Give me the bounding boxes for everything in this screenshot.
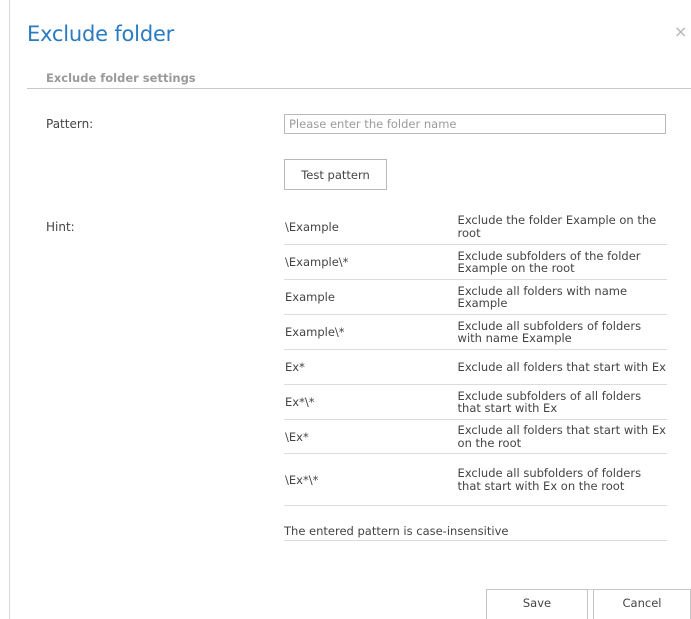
hint-row: Ex* Exclude all folders that start with … [284, 350, 667, 385]
hint-row: \Ex*\* Exclude all subfolders of folders… [284, 454, 667, 506]
hint-row: \Example Exclude the folder Example on t… [284, 209, 667, 245]
dialog-title: Exclude folder [27, 22, 175, 46]
hint-pattern: \Example [285, 219, 339, 234]
hint-description: Exclude subfolders of all folders that s… [457, 388, 642, 415]
hint-description: Exclude all subfolders of folders with n… [457, 318, 642, 345]
hint-description: Exclude subfolders of the folder Example… [457, 248, 641, 275]
hint-pattern: Example [285, 290, 335, 304]
hint-pattern: Example\* [285, 325, 345, 339]
hint-pattern: \Ex*\* [285, 472, 319, 487]
hint-pattern: Ex*\* [285, 395, 315, 409]
hint-description: Exclude all folders that start with Ex [457, 359, 666, 374]
test-pattern-button[interactable]: Test pattern [284, 159, 387, 190]
section-divider [27, 88, 691, 89]
dialog-left-border [9, 0, 10, 619]
hint-label: Hint: [46, 220, 75, 234]
hint-description: Exclude the folder Example on the root [457, 213, 657, 240]
section-header: Exclude folder settings [46, 71, 196, 85]
hint-description: Exclude all folders with name Example [457, 283, 628, 310]
hint-row: Example Exclude all folders with name Ex… [284, 280, 667, 315]
hint-pattern: \Example\* [285, 255, 349, 269]
save-button[interactable]: Save [486, 589, 588, 619]
hint-row: \Example\* Exclude subfolders of the fol… [284, 245, 667, 280]
hint-row: \Ex* Exclude all folders that start with… [284, 420, 667, 454]
case-insensitive-note: The entered pattern is case-insensitive [284, 524, 667, 541]
pattern-label: Pattern: [46, 117, 94, 131]
hint-pattern: \Ex* [285, 429, 309, 444]
hint-pattern: Ex* [285, 360, 305, 374]
hint-description: Exclude all folders that start with Ex o… [457, 423, 666, 450]
pattern-input[interactable] [284, 114, 666, 134]
hint-row: Example\* Exclude all subfolders of fold… [284, 315, 667, 350]
hint-row: Ex*\* Exclude subfolders of all folders … [284, 385, 667, 420]
hint-table: \Example Exclude the folder Example on t… [284, 209, 667, 506]
close-icon[interactable]: × [674, 24, 687, 40]
hint-description: Exclude all subfolders of folders that s… [457, 466, 642, 493]
cancel-button[interactable]: Cancel [593, 589, 691, 619]
